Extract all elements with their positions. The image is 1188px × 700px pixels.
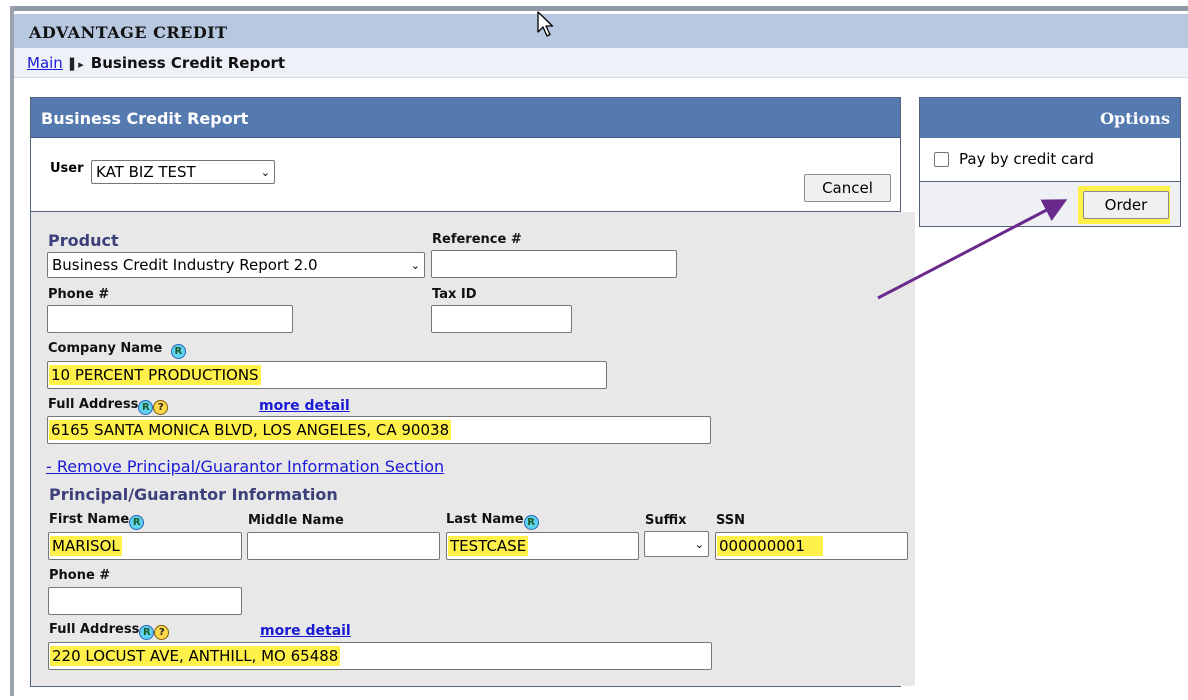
- principal-section-title: Principal/Guarantor Information: [49, 485, 338, 504]
- principal-full-address-input[interactable]: 220 LOCUST AVE, ANTHILL, MO 65488: [48, 642, 712, 670]
- window-frame-left: [10, 6, 14, 696]
- principal-full-address-label: Full Address R?: [49, 622, 170, 640]
- pay-by-card-label: Pay by credit card: [959, 150, 1094, 168]
- user-label: User: [50, 161, 84, 176]
- options-title: Options: [920, 98, 1180, 138]
- remove-principal-section-link[interactable]: - Remove Principal/Guarantor Information…: [46, 457, 444, 476]
- ssn-value: 000000001: [717, 536, 823, 556]
- principal-full-address-value: 220 LOCUST AVE, ANTHILL, MO 65488: [50, 646, 341, 666]
- chevron-down-icon: ⌄: [260, 165, 270, 179]
- user-select-value: KAT BIZ TEST: [96, 163, 196, 181]
- full-address-label: Full Address R?: [48, 397, 169, 415]
- principal-more-detail-link[interactable]: more detail: [260, 623, 351, 639]
- window-frame-top: [10, 6, 1188, 11]
- middle-name-input[interactable]: [247, 532, 440, 560]
- full-address-value: 6165 SANTA MONICA BLVD, LOS ANGELES, CA …: [49, 420, 452, 440]
- required-icon: R: [138, 400, 154, 415]
- help-icon[interactable]: ?: [153, 400, 169, 415]
- last-name-value: TESTCASE: [448, 536, 529, 556]
- annotation-arrow: [877, 199, 1068, 300]
- last-name-label-text: Last Name: [446, 512, 524, 527]
- principal-full-address-label-text: Full Address: [49, 622, 140, 637]
- user-row: User: [50, 161, 84, 176]
- order-button[interactable]: Order: [1083, 191, 1169, 219]
- suffix-label: Suffix: [645, 513, 687, 528]
- ssn-input[interactable]: 000000001: [715, 532, 908, 560]
- required-icon: R: [170, 344, 186, 359]
- ssn-label: SSN: [716, 513, 746, 528]
- principal-phone-input[interactable]: [48, 587, 242, 615]
- first-name-value: MARISOL: [50, 536, 122, 556]
- more-detail-link[interactable]: more detail: [259, 398, 350, 414]
- last-name-input[interactable]: TESTCASE: [446, 532, 639, 560]
- product-select-value: Business Credit Industry Report 2.0: [52, 256, 318, 274]
- reference-label: Reference #: [432, 232, 522, 247]
- taxid-label: Tax ID: [432, 287, 477, 302]
- breadcrumb: Main ▌▸ Business Credit Report: [14, 48, 1188, 78]
- panel-title: Business Credit Report: [31, 98, 900, 138]
- taxid-input[interactable]: [431, 305, 572, 333]
- full-address-label-text: Full Address: [48, 397, 139, 412]
- company-name-label-text: Company Name: [48, 341, 163, 356]
- full-address-input[interactable]: 6165 SANTA MONICA BLVD, LOS ANGELES, CA …: [47, 416, 711, 444]
- phone-input[interactable]: [47, 305, 293, 333]
- suffix-select[interactable]: ⌄: [644, 531, 709, 557]
- company-name-input[interactable]: 10 PERCENT PRODUCTIONS: [47, 361, 607, 389]
- required-icon: R: [523, 515, 539, 530]
- product-label: Product: [48, 231, 119, 250]
- principal-phone-label: Phone #: [49, 568, 111, 583]
- help-icon[interactable]: ?: [154, 625, 170, 640]
- user-select[interactable]: KAT BIZ TEST ⌄: [91, 160, 275, 184]
- first-name-input[interactable]: MARISOL: [48, 532, 242, 560]
- pay-by-card-row[interactable]: Pay by credit card: [934, 150, 1094, 168]
- reference-input[interactable]: [431, 250, 677, 278]
- breadcrumb-main-link[interactable]: Main: [27, 54, 63, 72]
- company-name-label: Company Name R: [48, 341, 186, 359]
- product-select[interactable]: Business Credit Industry Report 2.0 ⌄: [47, 252, 425, 278]
- middle-name-label: Middle Name: [248, 513, 344, 528]
- first-name-label-text: First Name: [49, 512, 130, 527]
- phone-label: Phone #: [48, 287, 110, 302]
- mouse-cursor-icon: [537, 11, 554, 37]
- last-name-label: Last Name R: [446, 512, 539, 530]
- company-name-value: 10 PERCENT PRODUCTIONS: [49, 365, 261, 385]
- breadcrumb-separator-icon: ▌▸: [69, 58, 84, 71]
- required-icon: R: [139, 625, 155, 640]
- pay-by-card-checkbox[interactable]: [934, 151, 949, 167]
- chevron-down-icon: ⌄: [410, 258, 420, 272]
- required-icon: R: [129, 515, 145, 530]
- chevron-down-icon: ⌄: [694, 537, 704, 551]
- app-title: ADVANTAGE CREDIT: [14, 14, 1188, 48]
- first-name-label: First Name R: [49, 512, 145, 530]
- breadcrumb-current: Business Credit Report: [90, 54, 286, 72]
